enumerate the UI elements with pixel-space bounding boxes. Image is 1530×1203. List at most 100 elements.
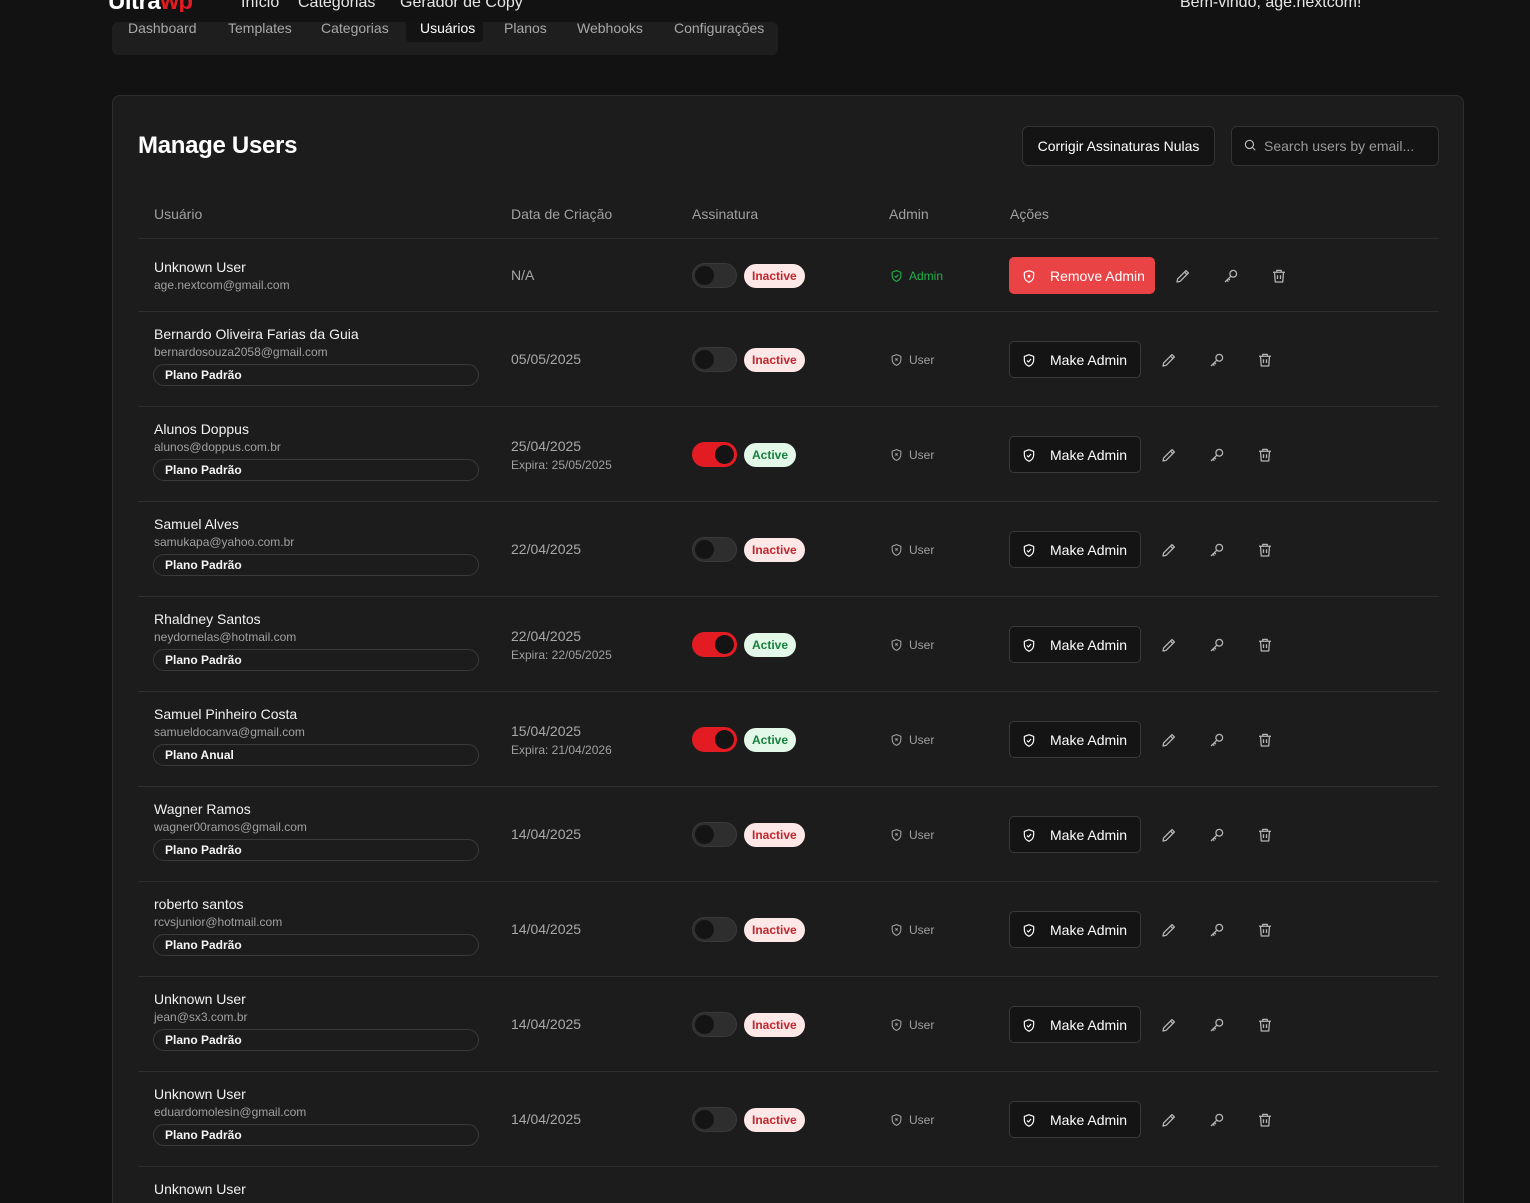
subscription-toggle[interactable] [692, 442, 737, 467]
subscription-toggle[interactable] [692, 263, 737, 288]
trash-icon[interactable] [1256, 446, 1274, 464]
trash-icon[interactable] [1256, 541, 1274, 559]
pencil-icon[interactable] [1160, 731, 1178, 749]
key-icon[interactable] [1208, 636, 1226, 654]
manage-users-card: Manage Users Corrigir Assinaturas Nulas … [112, 95, 1464, 1203]
trash-icon[interactable] [1256, 351, 1274, 369]
expiry-date: Expira: 21/04/2026 [511, 742, 612, 757]
table-row: Unknown User jean@sx3.com.br Plano Padrão 1… [138, 977, 1439, 1072]
user-name: roberto santos [154, 896, 244, 912]
col-acoes: Ações [1010, 206, 1049, 222]
creation-date: 22/04/2025 [511, 627, 582, 644]
nav-link-gerador[interactable]: Gerador de Copy [400, 0, 523, 12]
search-box[interactable] [1231, 126, 1439, 166]
user-name: Samuel Pinheiro Costa [154, 706, 298, 722]
toggle-knob [715, 730, 734, 749]
make-admin-button[interactable]: Make Admin [1009, 1006, 1141, 1043]
subscription-toggle[interactable] [692, 727, 737, 752]
pencil-icon[interactable] [1160, 826, 1178, 844]
pencil-icon[interactable] [1160, 921, 1178, 939]
pencil-icon[interactable] [1160, 636, 1178, 654]
key-icon[interactable] [1208, 731, 1226, 749]
status-badge: Inactive [744, 917, 805, 942]
make-admin-button[interactable]: Make Admin [1009, 626, 1141, 663]
search-input[interactable] [1264, 127, 1432, 165]
trash-icon[interactable] [1256, 1016, 1274, 1034]
trash-icon[interactable] [1256, 731, 1274, 749]
trash-icon[interactable] [1256, 1111, 1274, 1129]
table-row: roberto santos rcvsjunior@hotmail.com Plan… [138, 882, 1439, 977]
key-icon[interactable] [1222, 267, 1240, 285]
subscription-toggle[interactable] [692, 1012, 737, 1037]
nav-link-categorias[interactable]: Categorias [298, 0, 375, 12]
key-icon[interactable] [1208, 446, 1226, 464]
tab-webhooks[interactable]: Webhooks [563, 22, 657, 42]
subscription-toggle[interactable] [692, 347, 737, 372]
toggle-knob [695, 1015, 714, 1034]
remove-admin-button[interactable]: Remove Admin [1009, 257, 1155, 294]
creation-date: 14/04/2025 [511, 1015, 582, 1032]
table-row: Samuel Alves samukapa@yahoo.com.br Plano P… [138, 502, 1439, 597]
tab-configuracoes[interactable]: Configurações [660, 22, 778, 42]
key-icon[interactable] [1208, 1111, 1226, 1129]
tab-usuarios[interactable]: Usuários [406, 22, 483, 42]
plan-badge: Plano Padrão [153, 839, 479, 861]
subscription-toggle[interactable] [692, 632, 737, 657]
key-icon[interactable] [1208, 541, 1226, 559]
subscription-toggle[interactable] [692, 1107, 737, 1132]
user-name: Alunos Doppus [154, 421, 249, 437]
pencil-icon[interactable] [1174, 267, 1192, 285]
subscription-toggle[interactable] [692, 822, 737, 847]
status-badge: Active [744, 442, 797, 467]
trash-icon[interactable] [1256, 826, 1274, 844]
pencil-icon[interactable] [1160, 541, 1178, 559]
fix-subscriptions-button[interactable]: Corrigir Assinaturas Nulas [1022, 126, 1215, 166]
tab-categorias[interactable]: Categorias [307, 22, 403, 42]
subscription-toggle[interactable] [692, 917, 737, 942]
make-admin-button[interactable]: Make Admin [1009, 816, 1141, 853]
key-icon[interactable] [1208, 351, 1226, 369]
table-row: Unknown User eduardomolesin@gmail.com Plan… [138, 1072, 1439, 1167]
toggle-knob [695, 920, 714, 939]
status-badge: Inactive [744, 537, 805, 562]
table-row: Alunos Doppus alunos@doppus.com.br Plano P… [138, 407, 1439, 502]
col-assinatura: Assinatura [692, 206, 759, 222]
make-admin-button[interactable]: Make Admin [1009, 436, 1141, 473]
pencil-icon[interactable] [1160, 446, 1178, 464]
key-icon[interactable] [1208, 921, 1226, 939]
plan-badge: Plano Padrão [153, 1124, 479, 1146]
creation-date: N/A [511, 266, 535, 283]
make-admin-button[interactable]: Make Admin [1009, 721, 1141, 758]
col-usuario: Usuário [154, 206, 203, 222]
logo[interactable]: Ultrawp [108, 0, 193, 12]
pencil-icon[interactable] [1160, 351, 1178, 369]
user-email: jean@sx3.com.br [154, 1010, 248, 1024]
make-admin-button[interactable]: Make Admin [1009, 911, 1141, 948]
table-row: Samuel Pinheiro Costa samueldocanva@gmail… [138, 692, 1439, 787]
key-icon[interactable] [1208, 1016, 1226, 1034]
pencil-icon[interactable] [1160, 1111, 1178, 1129]
user-email: samukapa@yahoo.com.br [154, 535, 295, 549]
tab-planos[interactable]: Planos [490, 22, 561, 42]
key-icon[interactable] [1208, 826, 1226, 844]
creation-date: 05/05/2025 [511, 350, 582, 367]
status-badge: Active [744, 727, 797, 752]
expiry-date: Expira: 22/05/2025 [511, 647, 612, 662]
plan-badge: Plano Padrão [153, 364, 479, 386]
user-email: bernardosouza2058@gmail.com [154, 345, 328, 359]
status-badge: Inactive [744, 347, 805, 372]
user-name: Unknown User [154, 1181, 246, 1197]
make-admin-button[interactable]: Make Admin [1009, 1101, 1141, 1138]
toggle-knob [695, 540, 714, 559]
tab-templates[interactable]: Templates [214, 22, 306, 42]
pencil-icon[interactable] [1160, 1016, 1178, 1034]
trash-icon[interactable] [1256, 636, 1274, 654]
nav-link-inicio[interactable]: Início [241, 0, 279, 12]
make-admin-button[interactable]: Make Admin [1009, 341, 1141, 378]
trash-icon[interactable] [1256, 921, 1274, 939]
toggle-knob [715, 635, 734, 654]
make-admin-button[interactable]: Make Admin [1009, 531, 1141, 568]
subscription-toggle[interactable] [692, 537, 737, 562]
trash-icon[interactable] [1270, 267, 1288, 285]
tab-dashboard[interactable]: Dashboard [114, 22, 211, 42]
